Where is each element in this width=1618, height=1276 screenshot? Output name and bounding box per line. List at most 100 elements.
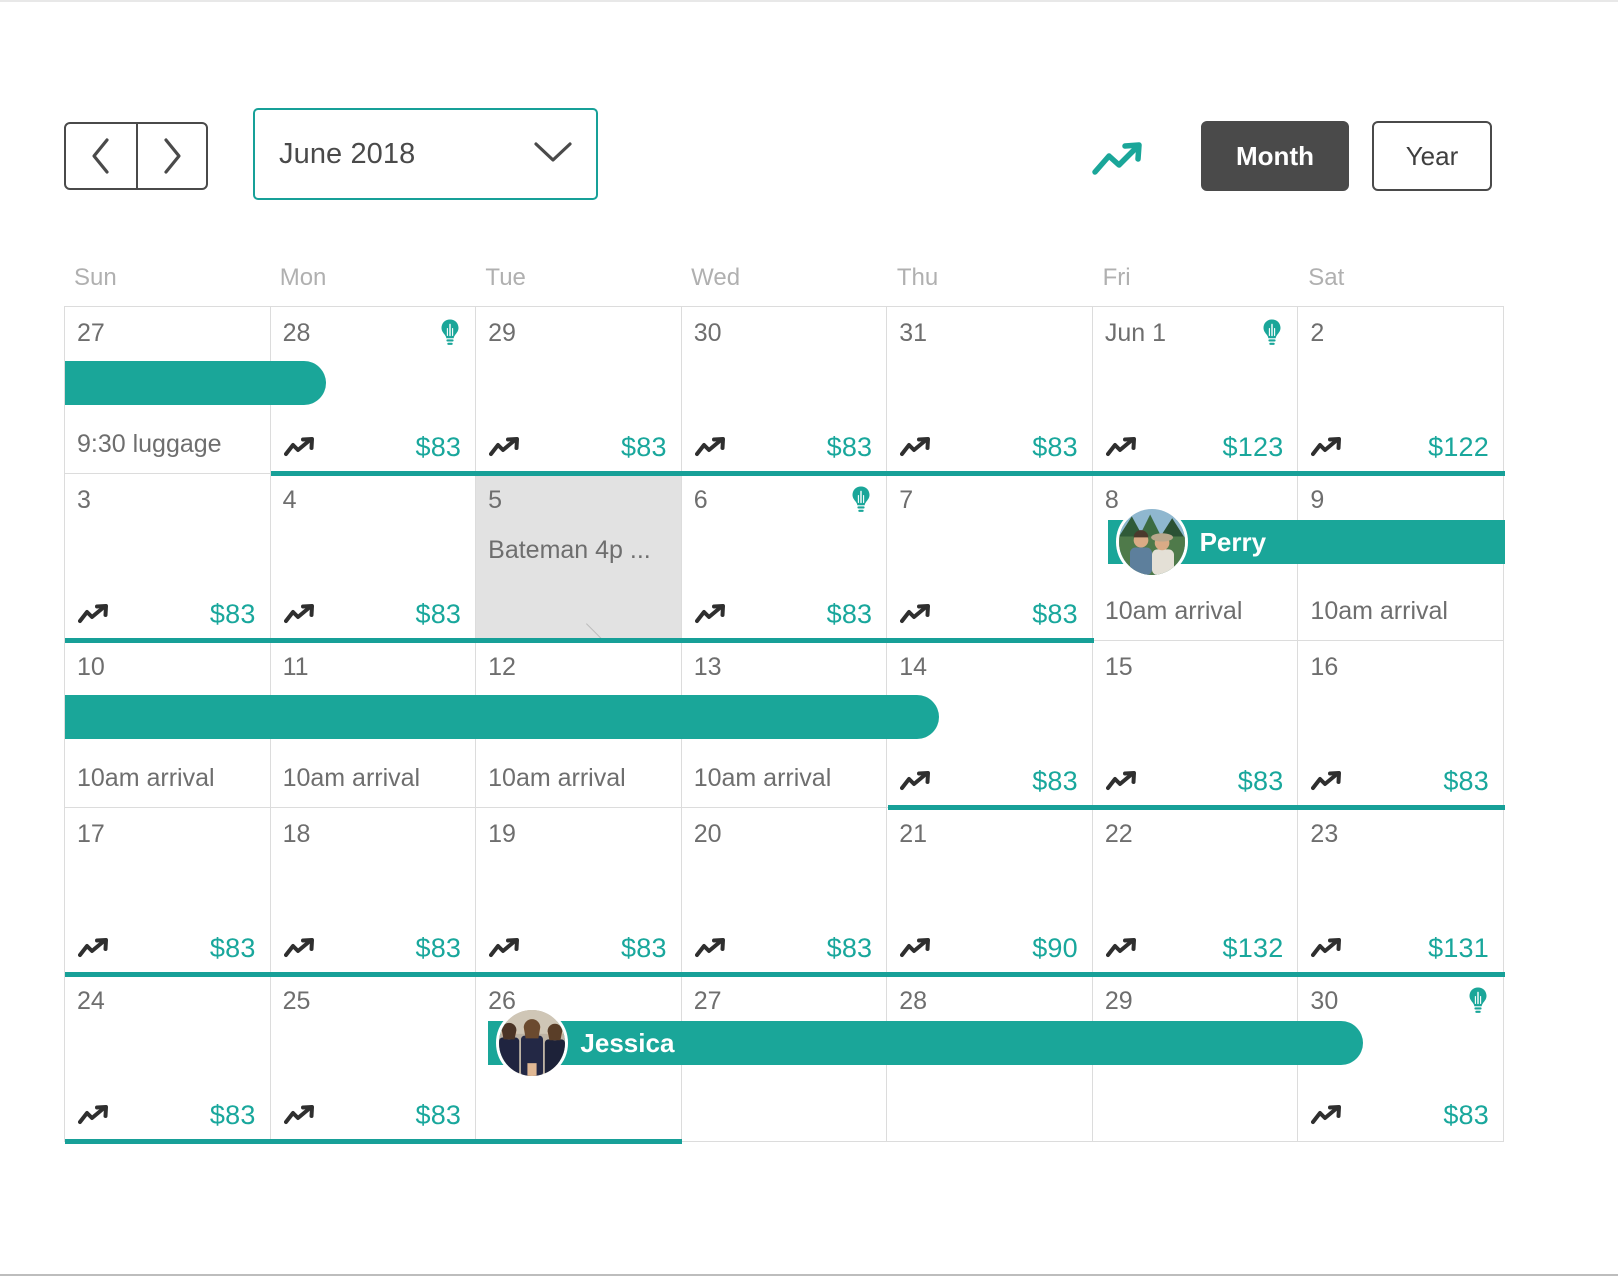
day-number: 22 [1104, 820, 1133, 848]
price-trend-icon [1105, 937, 1140, 961]
calendar-day-cell[interactable]: 17 $83 [65, 808, 271, 975]
calendar-day-cell[interactable]: 23 $131 [1298, 808, 1504, 975]
booking-guest-avatar[interactable] [1115, 506, 1188, 578]
availability-separator [65, 638, 1094, 643]
calendar-day-cell-blocked[interactable]: 5 Bateman 4p ... [476, 474, 682, 641]
calendar-day-cell[interactable]: 20 $83 [681, 808, 888, 975]
lightbulb-icon[interactable] [1467, 986, 1489, 1016]
trend-up-icon[interactable] [1091, 138, 1147, 180]
price-trend-icon [1311, 937, 1345, 961]
weekday-label-fri: Fri [1102, 264, 1131, 291]
booking-guest-name: Jessica [580, 1027, 675, 1058]
availability-separator [270, 471, 1505, 476]
day-price-row[interactable]: $83 [65, 599, 270, 630]
calendar-day-cell[interactable]: 25 $83 [270, 975, 477, 1142]
day-note: 10am arrival [282, 764, 421, 792]
view-toggle-month[interactable]: Month [1201, 121, 1349, 191]
day-price-row[interactable]: $83 [271, 432, 476, 463]
day-price-row[interactable]: $83 [271, 599, 476, 630]
calendar-day-cell[interactable]: 2 $122 [1298, 307, 1504, 474]
lightbulb-icon[interactable] [439, 318, 461, 348]
lightbulb-icon[interactable] [1261, 318, 1283, 348]
view-toggle-year[interactable]: Year [1372, 121, 1492, 191]
day-number: 27 [693, 987, 722, 1015]
calendar-week-row: 27 9:30 luggage 28 $83 29 $83 30 $83 31 $83 Jun 1 $… [65, 307, 1505, 476]
calendar-day-cell[interactable]: 29 $83 [476, 307, 682, 474]
day-price-row[interactable]: $83 [887, 766, 1092, 797]
day-number: 15 [1104, 653, 1133, 681]
calendar-day-cell[interactable]: 31 $83 [887, 307, 1093, 474]
day-price-row[interactable]: $83 [887, 432, 1092, 463]
day-number: 29 [488, 319, 516, 347]
day-price-row[interactable]: $83 [476, 933, 681, 964]
calendar-day-cell[interactable]: 19 $83 [476, 808, 682, 975]
prev-month-button[interactable] [66, 124, 136, 188]
calendar-day-cell[interactable]: 4 $83 [270, 474, 477, 641]
lightbulb-icon[interactable] [850, 485, 872, 515]
calendar-day-cell[interactable]: Jun 1 $123 [1092, 307, 1299, 474]
day-price-row[interactable]: $83 [65, 933, 270, 964]
day-number: 19 [488, 820, 516, 848]
booking-bar[interactable]: Jessica [488, 1021, 1363, 1065]
booking-bar[interactable] [65, 695, 940, 739]
calendar-page: June 2018 Month Year Sun Mon Tue Wed Thu Fri S… [0, 0, 1618, 1276]
day-price-value: $83 [621, 432, 667, 462]
day-price-row[interactable]: $83 [682, 432, 887, 463]
day-price-row[interactable]: $131 [1298, 933, 1503, 964]
day-price-row[interactable]: $83 [476, 432, 681, 463]
day-price-row[interactable]: $83 [1298, 766, 1503, 797]
price-trend-icon [1105, 436, 1140, 460]
day-price-row[interactable]: $132 [1093, 933, 1298, 964]
calendar-day-cell[interactable]: 15 $83 [1092, 641, 1299, 808]
month-year-select[interactable]: June 2018 [253, 108, 598, 200]
calendar-day-cell[interactable]: 21 $90 [887, 808, 1093, 975]
day-number: 5 [488, 486, 503, 514]
price-trend-icon [900, 937, 934, 961]
day-price-row[interactable]: $83 [271, 933, 476, 964]
price-trend-icon [1105, 770, 1140, 794]
day-price-value: $83 [415, 599, 462, 629]
calendar-day-cell[interactable]: 6 $83 [681, 474, 888, 641]
day-number: 16 [1310, 653, 1339, 681]
calendar-day-cell[interactable]: 22 $132 [1092, 808, 1299, 975]
calendar-day-cell[interactable]: 3 $83 [65, 474, 271, 641]
day-price-row[interactable]: $83 [1298, 1100, 1503, 1131]
day-note: 10am arrival [77, 764, 215, 792]
day-price-row[interactable]: $83 [1093, 766, 1298, 797]
price-trend-icon [694, 436, 729, 460]
day-number: 4 [282, 486, 297, 514]
booking-guest-avatar[interactable] [496, 1007, 569, 1079]
availability-separator [65, 1139, 683, 1144]
day-price-row[interactable]: $83 [682, 599, 887, 630]
day-price-value: $83 [1032, 599, 1078, 629]
day-price-value: $83 [209, 599, 256, 629]
price-trend-icon [694, 603, 729, 627]
day-price-row[interactable]: $123 [1093, 432, 1298, 463]
day-price-row[interactable]: $83 [682, 933, 887, 964]
day-number: 14 [899, 653, 928, 681]
calendar-day-cell[interactable]: 24 $83 [65, 975, 271, 1142]
day-price-value: $83 [826, 432, 873, 462]
day-price-row[interactable]: $83 [65, 1100, 270, 1131]
day-price-value: $123 [1222, 432, 1284, 462]
chevron-left-icon [89, 136, 113, 176]
price-trend-icon [489, 436, 523, 460]
day-price-value: $132 [1222, 933, 1284, 963]
calendar-day-cell[interactable]: 30 $83 [681, 307, 888, 474]
day-price-value: $122 [1428, 432, 1489, 462]
day-price-row[interactable]: $83 [887, 599, 1092, 630]
calendar-day-cell[interactable]: 18 $83 [270, 808, 477, 975]
day-price-value: $90 [1032, 933, 1078, 963]
day-number: 11 [282, 653, 309, 681]
calendar-day-cell[interactable]: 7 $83 [887, 474, 1093, 641]
day-note: 9:30 luggage [77, 430, 222, 458]
booking-bar[interactable] [65, 361, 327, 405]
day-price-row[interactable]: $122 [1298, 432, 1503, 463]
calendar-day-cell[interactable]: 16 $83 [1298, 641, 1504, 808]
day-price-row[interactable]: $83 [271, 1100, 476, 1131]
day-price-value: $83 [1032, 432, 1078, 462]
day-price-row[interactable]: $90 [887, 933, 1092, 964]
calendar-week-row: 3 $83 4 $83 5 Bateman 4p ... 6 $83 7 $83 8 10am arr… [65, 474, 1505, 643]
next-month-button[interactable] [136, 124, 206, 188]
day-number: 30 [1310, 987, 1339, 1015]
